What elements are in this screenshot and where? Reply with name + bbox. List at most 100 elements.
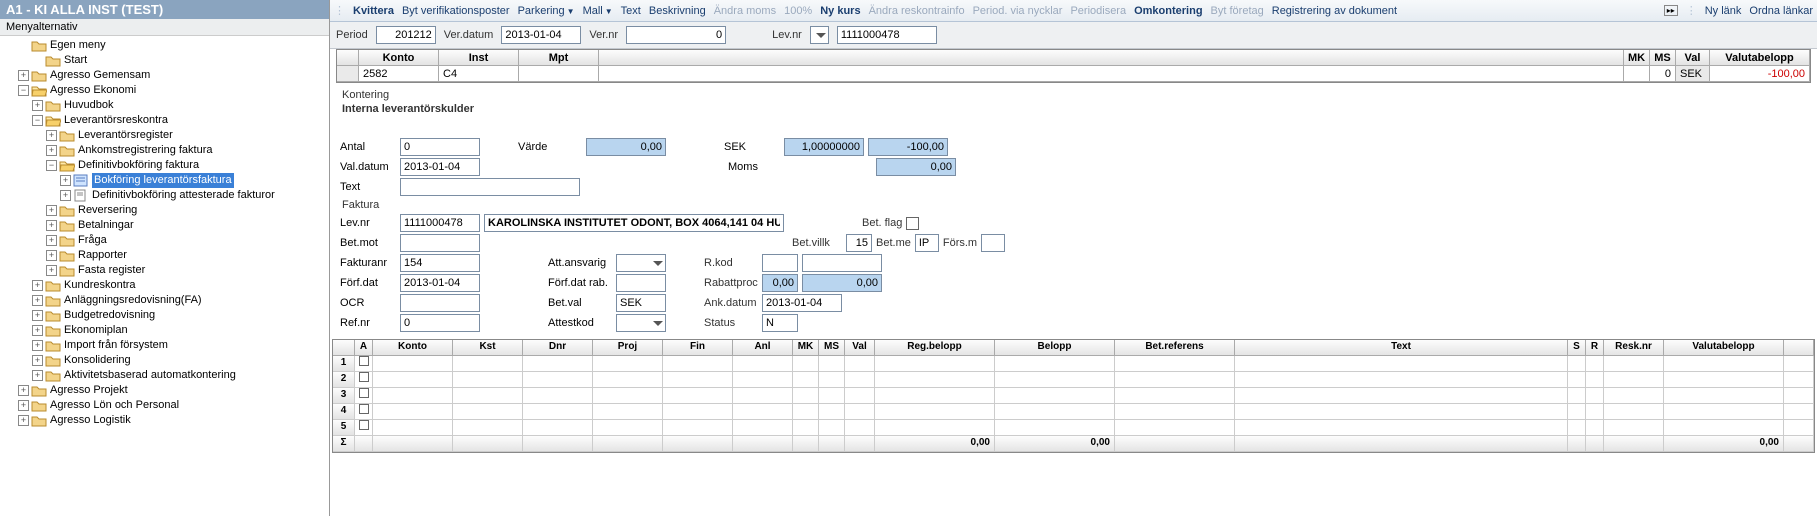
cell-betref[interactable] xyxy=(1115,404,1235,420)
varde-input[interactable] xyxy=(586,138,666,156)
cell-r[interactable] xyxy=(1586,404,1604,420)
cell-a[interactable] xyxy=(355,372,373,388)
col-belopp[interactable]: Belopp xyxy=(995,340,1115,356)
col-mk2[interactable]: MK xyxy=(793,340,819,356)
cell-r[interactable] xyxy=(1586,356,1604,372)
tree-item-anlaggning[interactable]: +Anläggningsredovisning(FA) xyxy=(4,293,329,308)
cell-valutabelopp[interactable] xyxy=(1664,356,1784,372)
col-a[interactable]: A xyxy=(355,340,373,356)
cell-trailing[interactable] xyxy=(1784,356,1814,372)
cell-resknr[interactable] xyxy=(1604,356,1664,372)
forfdat-input[interactable] xyxy=(400,274,480,292)
tb-text[interactable]: Text xyxy=(621,5,641,17)
row-number[interactable]: 5 xyxy=(333,420,355,436)
cell-proj[interactable] xyxy=(593,356,663,372)
cell-betref[interactable] xyxy=(1115,356,1235,372)
rkod-input2[interactable] xyxy=(802,254,882,272)
tree-item-agresso-projekt[interactable]: +Agresso Projekt xyxy=(4,383,329,398)
cell-text[interactable] xyxy=(1235,420,1568,436)
cell-text[interactable] xyxy=(1235,388,1568,404)
cell-ms[interactable] xyxy=(819,388,845,404)
text-input[interactable] xyxy=(400,178,580,196)
col-val[interactable]: Val xyxy=(1676,50,1710,66)
tb-mall[interactable]: Mall▼ xyxy=(583,5,613,17)
cell-mk[interactable] xyxy=(793,356,819,372)
tree-item-ankomstreg[interactable]: +Ankomstregistrering faktura xyxy=(4,143,329,158)
tb-nykurs[interactable]: Ny kurs xyxy=(820,5,860,17)
cell-regbelopp[interactable] xyxy=(875,404,995,420)
col-val2[interactable]: Val xyxy=(845,340,875,356)
cell-proj[interactable] xyxy=(593,372,663,388)
cell-trailing[interactable] xyxy=(1784,388,1814,404)
cell-kst[interactable] xyxy=(453,404,523,420)
tree-item-reversering[interactable]: +Reversering xyxy=(4,203,329,218)
tree-item-agresso-ekonomi[interactable]: −Agresso Ekonomi xyxy=(4,83,329,98)
tree-item-fraga[interactable]: +Fråga xyxy=(4,233,329,248)
row-number[interactable]: 1 xyxy=(333,356,355,372)
tb-nylank[interactable]: Ny länk xyxy=(1705,5,1742,17)
expand-icon[interactable]: + xyxy=(46,235,57,246)
expand-icon[interactable]: + xyxy=(18,415,29,426)
expand-icon[interactable]: + xyxy=(60,175,71,186)
forsm-input[interactable] xyxy=(981,234,1005,252)
cell-betref[interactable] xyxy=(1115,388,1235,404)
col-kst[interactable]: Kst xyxy=(453,340,523,356)
expand-icon[interactable]: + xyxy=(46,250,57,261)
cell-konto[interactable] xyxy=(373,356,453,372)
cell-valutabelopp[interactable] xyxy=(1664,372,1784,388)
tree-item-import[interactable]: +Import från försystem xyxy=(4,338,329,353)
cell-dnr[interactable] xyxy=(523,372,593,388)
posting-row[interactable]: 4 xyxy=(333,404,1814,420)
expand-icon[interactable]: + xyxy=(46,205,57,216)
col-inst[interactable]: Inst xyxy=(439,50,519,66)
expand-icon[interactable]: + xyxy=(32,340,43,351)
cell-regbelopp[interactable] xyxy=(875,356,995,372)
posting-row[interactable]: 2 xyxy=(333,372,1814,388)
collapse-icon[interactable]: − xyxy=(32,115,43,126)
expand-icon[interactable]: + xyxy=(32,280,43,291)
tree-item-agresso-logistik[interactable]: +Agresso Logistik xyxy=(4,413,329,428)
cell-val[interactable] xyxy=(845,404,875,420)
cell-ms[interactable] xyxy=(819,420,845,436)
expand-icon[interactable]: + xyxy=(46,220,57,231)
cell-betref[interactable] xyxy=(1115,420,1235,436)
col-konto2[interactable]: Konto xyxy=(373,340,453,356)
refnr-input[interactable] xyxy=(400,314,480,332)
col-anl[interactable]: Anl xyxy=(733,340,793,356)
cell-fin[interactable] xyxy=(663,372,733,388)
expand-icon[interactable]: + xyxy=(60,190,71,201)
col-ms[interactable]: MS xyxy=(1650,50,1676,66)
tree-item-leverantorsreskontra[interactable]: −Leverantörsreskontra xyxy=(4,113,329,128)
expand-icon[interactable]: + xyxy=(32,325,43,336)
cell-val[interactable]: SEK xyxy=(1676,66,1710,82)
cell-text[interactable] xyxy=(1235,372,1568,388)
cell-resknr[interactable] xyxy=(1604,388,1664,404)
cell-ms[interactable]: 0 xyxy=(1650,66,1676,82)
col-ms2[interactable]: MS xyxy=(819,340,845,356)
cell-ms[interactable] xyxy=(819,372,845,388)
cell-konto[interactable] xyxy=(373,388,453,404)
ankdatum-input[interactable] xyxy=(762,294,842,312)
cell-mpt[interactable] xyxy=(519,66,599,82)
tb-omkont[interactable]: Omkontering xyxy=(1134,5,1202,17)
tree-item-agresso-lon[interactable]: +Agresso Lön och Personal xyxy=(4,398,329,413)
cell-ms[interactable] xyxy=(819,404,845,420)
col-mk[interactable]: MK xyxy=(1624,50,1650,66)
cell-r[interactable] xyxy=(1586,420,1604,436)
expand-icon[interactable]: + xyxy=(32,355,43,366)
levnamn-input[interactable] xyxy=(484,214,784,232)
row-number[interactable]: 2 xyxy=(333,372,355,388)
cell-proj[interactable] xyxy=(593,420,663,436)
cell-a[interactable] xyxy=(355,404,373,420)
cell-inst[interactable]: C4 xyxy=(439,66,519,82)
expand-icon[interactable]: + xyxy=(18,400,29,411)
tree-item-huvudbok[interactable]: +Huvudbok xyxy=(4,98,329,113)
expand-icon[interactable]: + xyxy=(18,385,29,396)
cell-resknr[interactable] xyxy=(1604,404,1664,420)
cell-regbelopp[interactable] xyxy=(875,388,995,404)
cell-belopp[interactable] xyxy=(995,388,1115,404)
forfdatrab-input[interactable] xyxy=(616,274,666,292)
expand-icon[interactable]: + xyxy=(46,130,57,141)
collapse-icon[interactable]: − xyxy=(46,160,57,171)
cell-s[interactable] xyxy=(1568,404,1586,420)
